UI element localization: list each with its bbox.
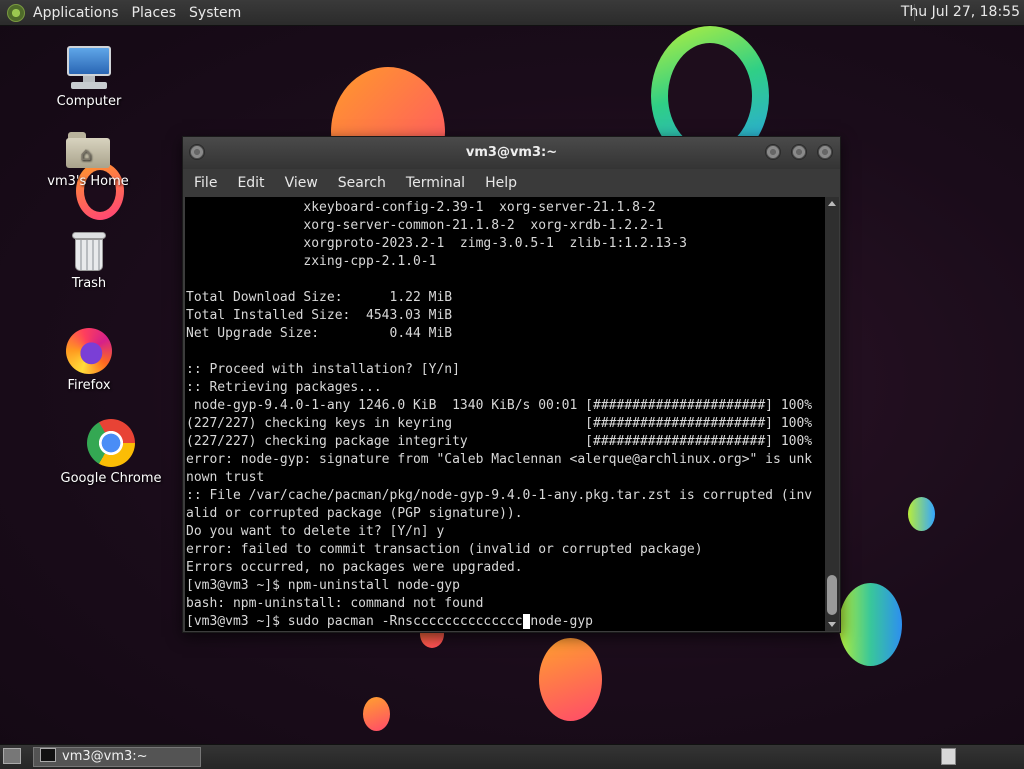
- wallpaper-large-green-blob: [839, 583, 902, 666]
- show-desktop-button[interactable]: [3, 748, 21, 764]
- scroll-down-arrow-icon[interactable]: [828, 622, 836, 627]
- taskbar-item-label: vm3@vm3:~: [62, 749, 148, 764]
- window-menu-button[interactable]: [189, 144, 205, 160]
- terminal-line: (227/227) checking package integrity [##…: [186, 434, 813, 449]
- prompt-text-after-cursor: node-gyp: [530, 614, 593, 629]
- desktop-icon-firefox[interactable]: Firefox: [34, 328, 144, 393]
- desktop-icon-chrome[interactable]: Google Chrome: [56, 419, 166, 486]
- prompt-text: [vm3@vm3 ~]$ sudo pacman -Rnsccccccccccc…: [186, 614, 523, 629]
- terminal-line: bash: npm-uninstall: command not found: [186, 596, 484, 611]
- terminal-line: Total Download Size: 1.22 MiB: [186, 290, 453, 305]
- scroll-up-arrow-icon[interactable]: [828, 201, 836, 206]
- terminal-output[interactable]: xkeyboard-config-2.39-1 xorg-server-21.1…: [185, 197, 826, 631]
- terminal-line: Total Installed Size: 4543.03 MiB: [186, 308, 453, 323]
- top-panel: Applications Places System Thu Jul 27, 1…: [0, 0, 1024, 26]
- terminal-line: Do you want to delete it? [Y/n] y: [186, 524, 445, 539]
- minimize-button[interactable]: [765, 144, 781, 160]
- bottom-panel: vm3@vm3:~: [0, 744, 1024, 769]
- terminal-line: xorg-server-common-21.1.8-2 xorg-xrdb-1.…: [186, 218, 664, 233]
- terminal-line: [vm3@vm3 ~]$ npm-uninstall node-gyp: [186, 578, 460, 593]
- computer-icon: [66, 46, 112, 90]
- terminal-window[interactable]: vm3@vm3:~ File Edit View Search Terminal…: [182, 136, 841, 633]
- menu-system[interactable]: System: [189, 5, 241, 21]
- menu-places[interactable]: Places: [132, 5, 177, 21]
- terminal-line: nown trust: [186, 470, 265, 485]
- terminal-line: zxing-cpp-2.1.0-1: [186, 254, 437, 269]
- terminal-line: Net Upgrade Size: 0.44 MiB: [186, 326, 453, 341]
- terminal-line: error: node-gyp: signature from "Caleb M…: [186, 452, 813, 467]
- desktop-icon-label: Google Chrome: [60, 471, 162, 486]
- mate-logo-icon[interactable]: [7, 3, 25, 22]
- menu-view[interactable]: View: [285, 175, 318, 191]
- menu-edit[interactable]: Edit: [237, 175, 264, 191]
- desktop-icon-label: Computer: [56, 94, 122, 109]
- desktop-icon-label: Firefox: [67, 378, 111, 393]
- desktop-icon-computer[interactable]: Computer: [34, 46, 144, 109]
- firefox-icon: [66, 328, 112, 374]
- taskbar-item-terminal[interactable]: vm3@vm3:~: [33, 747, 201, 767]
- terminal-line: node-gyp-9.4.0-1-any 1246.0 KiB 1340 KiB…: [186, 398, 813, 413]
- terminal-icon: [40, 748, 56, 762]
- desktop-icon-home[interactable]: ⌂ vm3's Home: [33, 130, 143, 189]
- close-button[interactable]: [817, 144, 833, 160]
- terminal-scrollbar[interactable]: [825, 197, 839, 631]
- terminal-line: :: Retrieving packages...: [186, 380, 382, 395]
- trash-icon: [71, 230, 107, 272]
- terminal-line: xkeyboard-config-2.39-1 xorg-server-21.1…: [186, 200, 656, 215]
- terminal-menubar: File Edit View Search Terminal Help: [183, 169, 840, 197]
- workspace-switcher[interactable]: [941, 748, 956, 765]
- terminal-line: xorgproto-2023.2-1 zimg-3.0.5-1 zlib-1:1…: [186, 236, 687, 251]
- menu-terminal[interactable]: Terminal: [406, 175, 465, 191]
- terminal-line: :: Proceed with installation? [Y/n]: [186, 362, 460, 377]
- maximize-button[interactable]: [791, 144, 807, 160]
- menu-search[interactable]: Search: [338, 175, 386, 191]
- window-titlebar[interactable]: vm3@vm3:~: [183, 137, 840, 169]
- terminal-line: (227/227) checking keys in keyring [####…: [186, 416, 813, 431]
- desktop-icon-label: vm3's Home: [47, 174, 129, 189]
- menu-applications[interactable]: Applications: [33, 5, 119, 21]
- clock[interactable]: Thu Jul 27, 18:55: [901, 4, 1020, 20]
- desktop-icon-trash[interactable]: Trash: [34, 230, 144, 291]
- terminal-line: alid or corrupted package (PGP signature…: [186, 506, 523, 521]
- terminal-text: xkeyboard-config-2.39-1 xorg-server-21.1…: [185, 197, 826, 631]
- terminal-line: Errors occurred, no packages were upgrad…: [186, 560, 523, 575]
- prompt-line: [vm3@vm3 ~]$ sudo pacman -Rnsccccccccccc…: [186, 614, 593, 629]
- scrollbar-thumb[interactable]: [827, 575, 837, 615]
- home-folder-icon: ⌂: [66, 130, 110, 170]
- menu-help[interactable]: Help: [485, 175, 517, 191]
- menu-file[interactable]: File: [194, 175, 217, 191]
- desktop-icon-label: Trash: [71, 276, 107, 291]
- wallpaper-small-green-blob: [908, 497, 935, 531]
- terminal-line: :: File /var/cache/pacman/pkg/node-gyp-9…: [186, 488, 813, 503]
- wallpaper-orange-blob-bottom: [539, 638, 602, 721]
- window-title: vm3@vm3:~: [465, 145, 558, 160]
- terminal-line: error: failed to commit transaction (inv…: [186, 542, 703, 557]
- wallpaper-small-orange-blob: [363, 697, 390, 731]
- chrome-icon: [87, 419, 135, 467]
